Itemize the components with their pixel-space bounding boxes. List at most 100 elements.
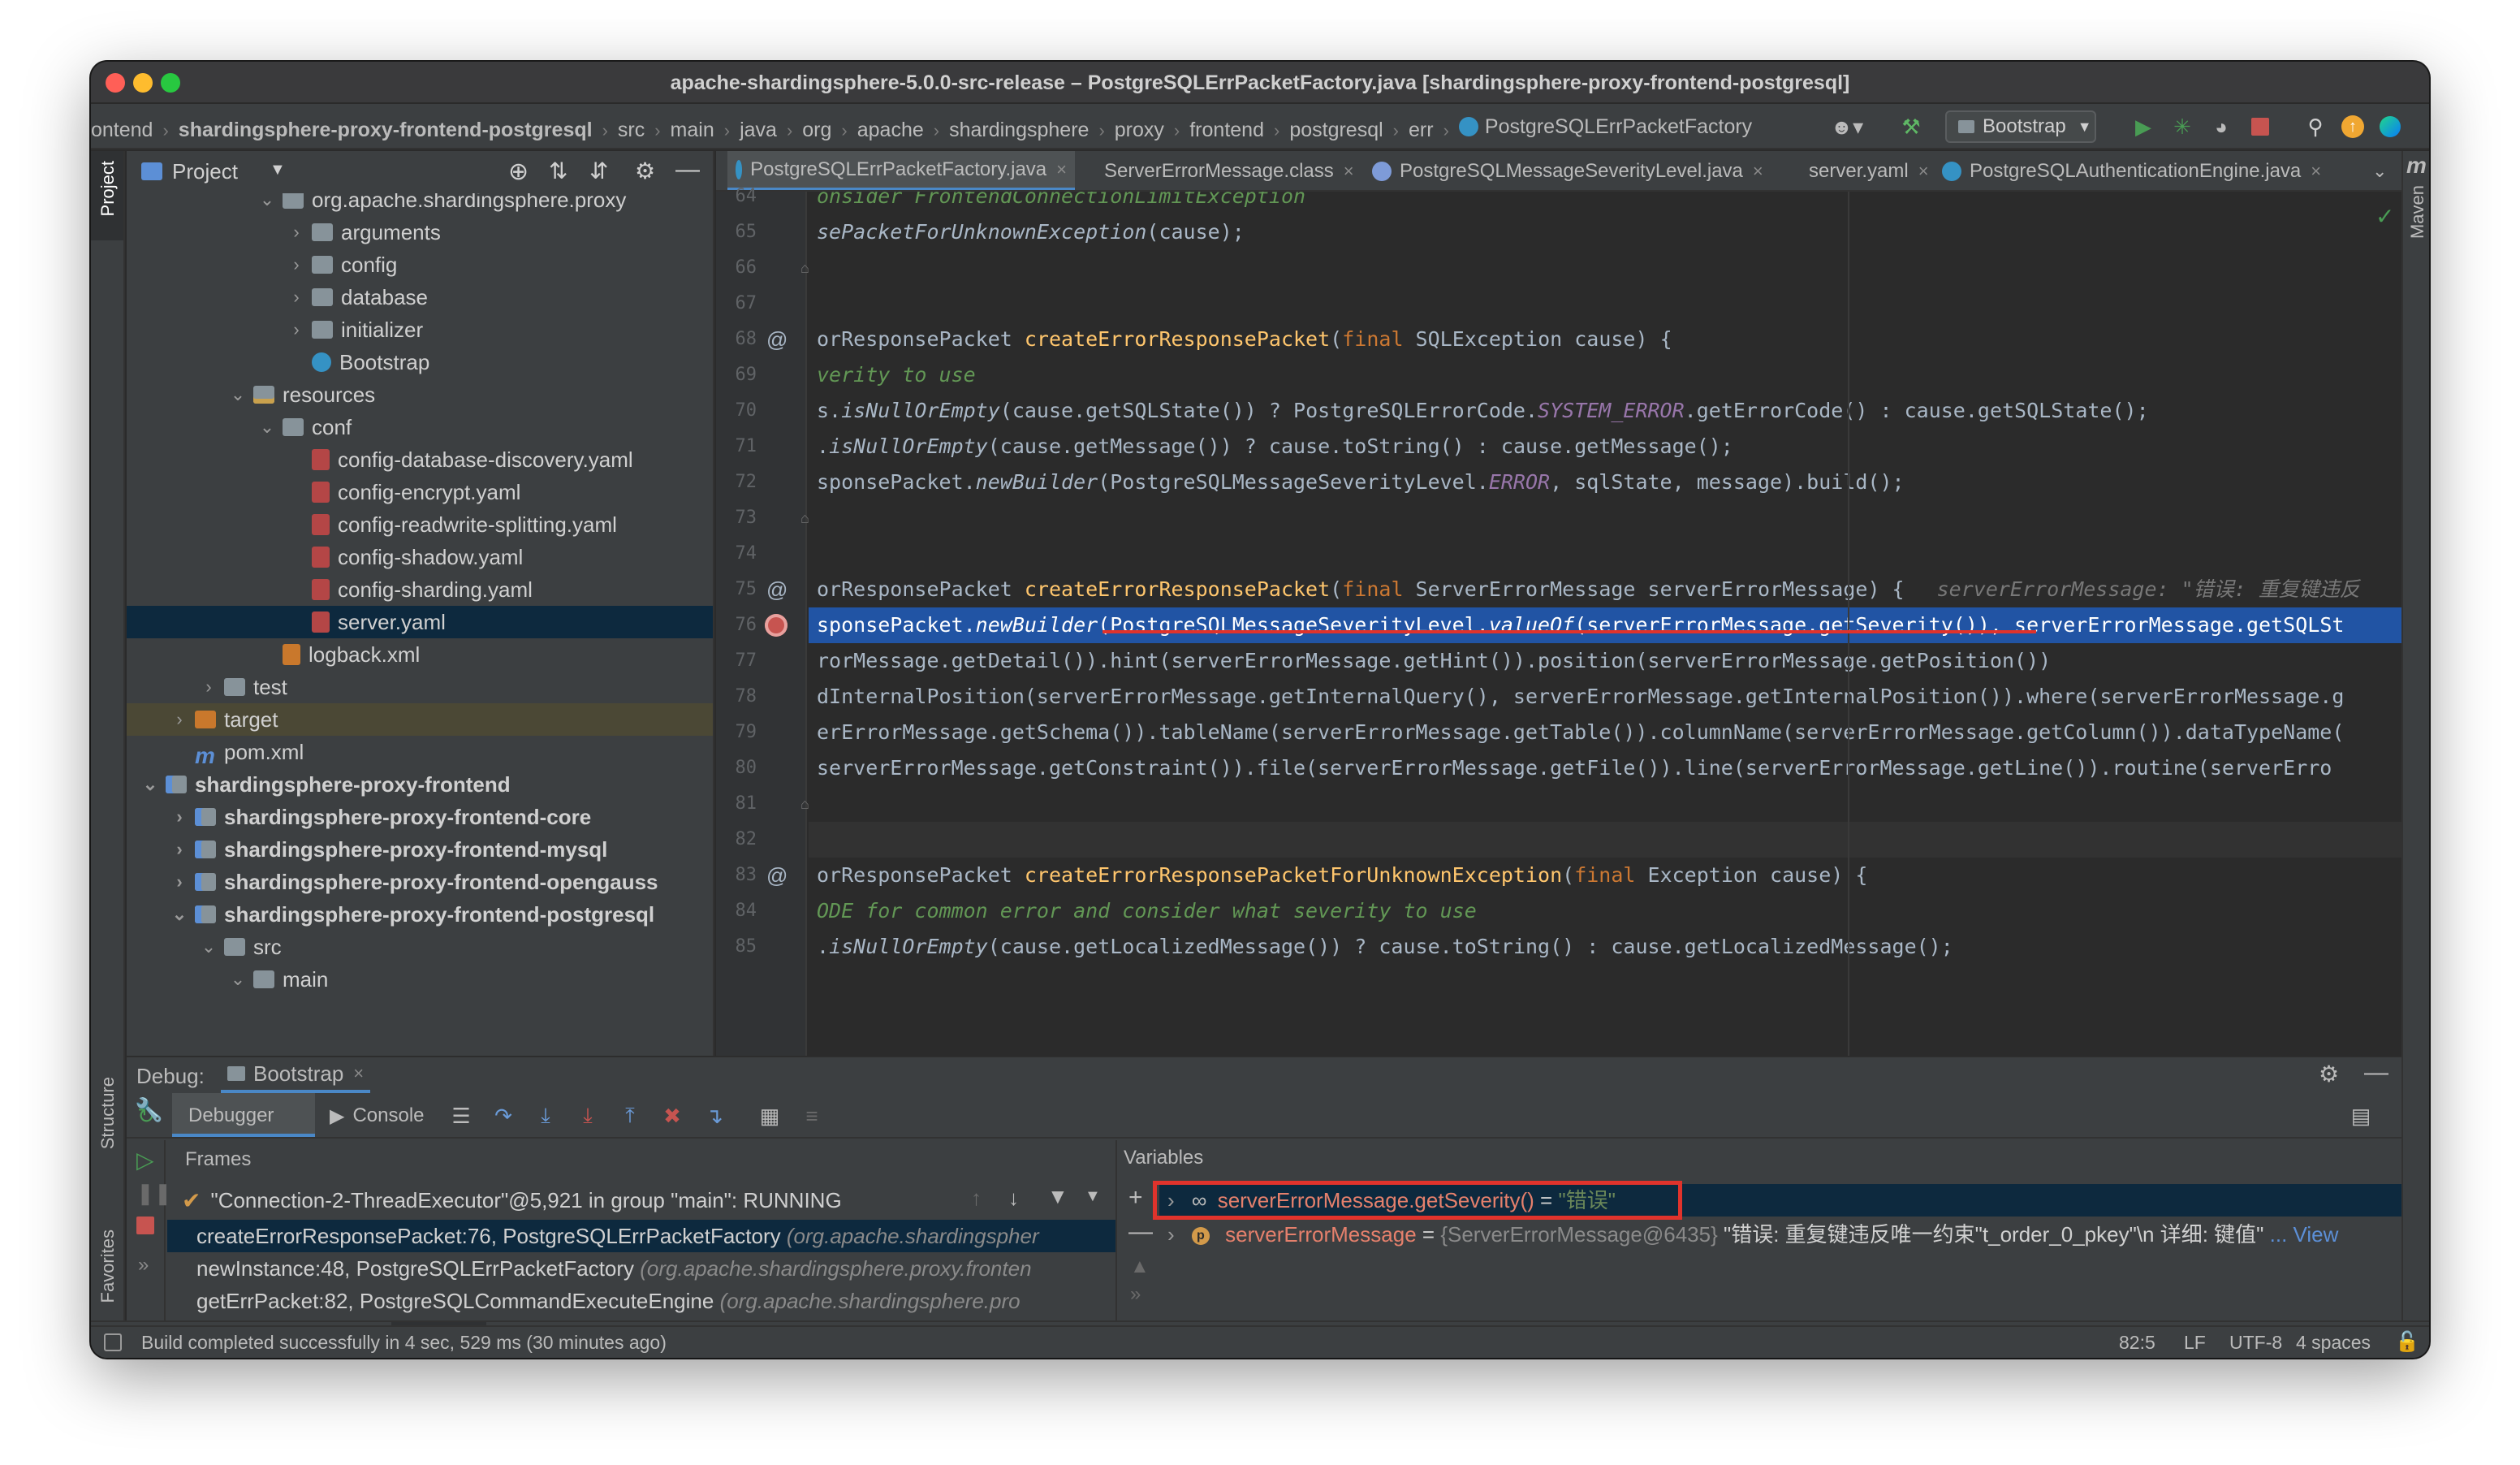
step-out-icon[interactable]: ⤒ [617,1103,643,1129]
code-line[interactable]: verity to use [809,357,2401,393]
step-over-icon[interactable]: ↷ [490,1103,516,1129]
code-line[interactable] [809,250,2401,286]
add-watch-icon[interactable]: + [1128,1184,1143,1212]
show-execution-point-icon[interactable]: ☰ [448,1103,474,1129]
editor-tab[interactable]: PostgreSQLErrPacketFactory.java × [727,151,1075,190]
tree-item[interactable]: › shardingsphere-proxy-frontend-mysql [127,833,713,866]
code-line[interactable] [809,286,2401,322]
tree-item[interactable]: config-database-discovery.yaml [127,443,713,476]
run-to-cursor-icon[interactable]: ↴ [701,1103,727,1129]
gear-icon[interactable]: ⚙ [635,158,655,184]
step-into-icon[interactable]: ⤓ [533,1103,559,1129]
code-line[interactable] [809,822,2401,858]
status-square-icon[interactable] [104,1333,122,1351]
chevron-right-icon[interactable]: › [170,839,188,860]
tree-item[interactable]: › arguments [127,216,713,248]
close-icon[interactable]: × [2311,161,2321,182]
expand-all-icon[interactable]: ⇅ [549,158,567,184]
editor-tab[interactable]: server.yaml × [1793,151,1929,190]
jetbrains-logo-icon[interactable] [2375,112,2405,141]
tree-item[interactable]: Bootstrap [127,346,713,378]
arrow-down-icon[interactable]: ↓ [1008,1186,1019,1211]
trace-icon[interactable]: ≡ [799,1103,825,1129]
code-line[interactable] [809,786,2401,822]
wrench-icon[interactable]: 🔧 [135,1096,163,1123]
chevron-right-icon[interactable]: › [287,254,305,275]
chevron-right-icon[interactable]: › [287,319,305,340]
frame-row[interactable]: getErrPacket:82, PostgreSQLCommandExecut… [167,1285,1115,1317]
tree-item[interactable]: server.yaml [127,606,713,638]
code-line[interactable]: sponsePacket.newBuilder(PostgreSQLMessag… [809,607,2401,643]
more-icon[interactable]: » [1130,1283,1141,1306]
editor-tab[interactable]: ServerErrorMessage.class × [1088,151,1356,190]
structure-tool-button[interactable]: Structure [97,1077,119,1149]
tree-item[interactable]: › shardingsphere-proxy-frontend-core [127,801,713,833]
breadcrumb-item[interactable]: PostgreSQLErrPacketFactory [1458,104,1752,149]
chevron-down-icon[interactable]: ▼ [1085,1187,1101,1206]
maven-tool-button[interactable]: Maven [2407,185,2428,239]
hide-panel-icon[interactable]: — [2364,1059,2388,1087]
editor-tab[interactable]: PostgreSQLMessageSeverityLevel.java × [1364,151,1786,190]
chevron-down-icon[interactable]: ⌄ [229,384,247,405]
breadcrumb-item[interactable]: frontend [1189,108,1264,153]
tree-item[interactable]: config-shadow.yaml [127,541,713,573]
tree-item[interactable]: › initializer [127,313,713,346]
code-line[interactable]: rorMessage.getDetail()).hint(serverError… [809,643,2401,679]
chevron-right-icon[interactable]: › [170,806,188,828]
user-icon[interactable]: ☻▾ [1827,112,1867,141]
chevron-down-icon[interactable]: ⌄ [170,904,188,925]
code-line[interactable]: ODE for common error and consider what s… [809,893,2401,929]
breadcrumb-item[interactable]: proxy [1115,108,1164,153]
caret-position[interactable]: 82:5 [2119,1332,2155,1354]
tree-item[interactable]: ⌄ shardingsphere-proxy-frontend-postgresq… [127,898,713,931]
tree-item[interactable]: config-sharding.yaml [127,573,713,606]
chevron-down-icon[interactable]: ⌄ [141,774,159,795]
coverage-icon[interactable]: ◕ [2205,112,2237,141]
project-tool-button[interactable]: Project [91,151,123,240]
breadcrumb-item[interactable]: err [1409,108,1434,153]
close-icon[interactable]: × [353,1063,364,1084]
more-icon[interactable]: » [138,1254,149,1277]
tree-item[interactable]: config-encrypt.yaml [127,476,713,508]
stop-icon[interactable] [2244,112,2276,141]
project-view-select[interactable]: Project [172,159,238,184]
tree-item[interactable]: ⌄ main [127,963,713,996]
tree-item[interactable]: ⌄ src [127,931,713,963]
tree-item[interactable]: › test [127,671,713,703]
chevron-down-icon[interactable]: ▼ [270,161,286,179]
breadcrumb-item[interactable]: java [740,108,777,153]
close-icon[interactable]: × [1918,161,1929,182]
search-icon[interactable]: ⚲ [2299,112,2332,141]
code-line[interactable]: .isNullOrEmpty(cause.getLocalizedMessage… [809,929,2401,965]
chevron-right-icon[interactable]: › [200,676,218,698]
code-line[interactable]: erErrorMessage.getSchema()).tableName(se… [809,715,2401,750]
thread-select[interactable]: ✔ "Connection-2-ThreadExecutor"@5,921 in… [182,1182,1107,1218]
editor-tab[interactable]: PostgreSQLAuthenticationEngine.java × [1934,151,2348,190]
override-at-icon[interactable]: @ [766,322,788,357]
chevron-down-icon[interactable]: ⌄ [258,193,276,210]
chevron-right-icon[interactable]: › [1167,1222,1175,1247]
close-icon[interactable]: × [1344,161,1354,182]
debug-session-tab[interactable]: Bootstrap × [221,1057,371,1093]
code-line[interactable]: onsider FrontendConnectionLimitException [809,192,2401,214]
tabs-overflow-chevron-icon[interactable]: ⌄ [2372,161,2387,182]
code-line[interactable]: serverErrorMessage.getConstraint()).file… [809,750,2401,786]
frame-row[interactable]: newInstance:48, PostgreSQLErrPacketFacto… [167,1252,1115,1285]
debugger-tab[interactable]: Debugger [188,1101,274,1130]
chevron-right-icon[interactable]: › [170,871,188,892]
code-view[interactable]: onsider FrontendConnectionLimitException… [809,192,2401,1056]
hide-panel-icon[interactable]: — [675,156,700,184]
drop-frame-icon[interactable]: ✖ [659,1103,685,1129]
console-tab[interactable]: ▶ Console [330,1101,425,1130]
tree-item[interactable]: › shardingsphere-proxy-frontend-opengauss [127,866,713,898]
indent-setting[interactable]: 4 spaces [2296,1332,2371,1354]
frame-row[interactable]: createErrorResponsePacket:76, PostgreSQL… [167,1220,1115,1252]
chevron-down-icon[interactable]: ⌄ [200,936,218,957]
close-icon[interactable]: × [1753,161,1763,182]
run-icon[interactable]: ▶ [2127,112,2160,141]
code-line[interactable]: orResponsePacket createErrorResponsePack… [809,322,2401,357]
tree-item[interactable]: ⌄ shardingsphere-proxy-frontend [127,768,713,801]
chevron-down-icon[interactable]: ⌄ [229,969,247,990]
chevron-right-icon[interactable]: › [287,222,305,243]
stop-icon[interactable] [136,1217,154,1234]
